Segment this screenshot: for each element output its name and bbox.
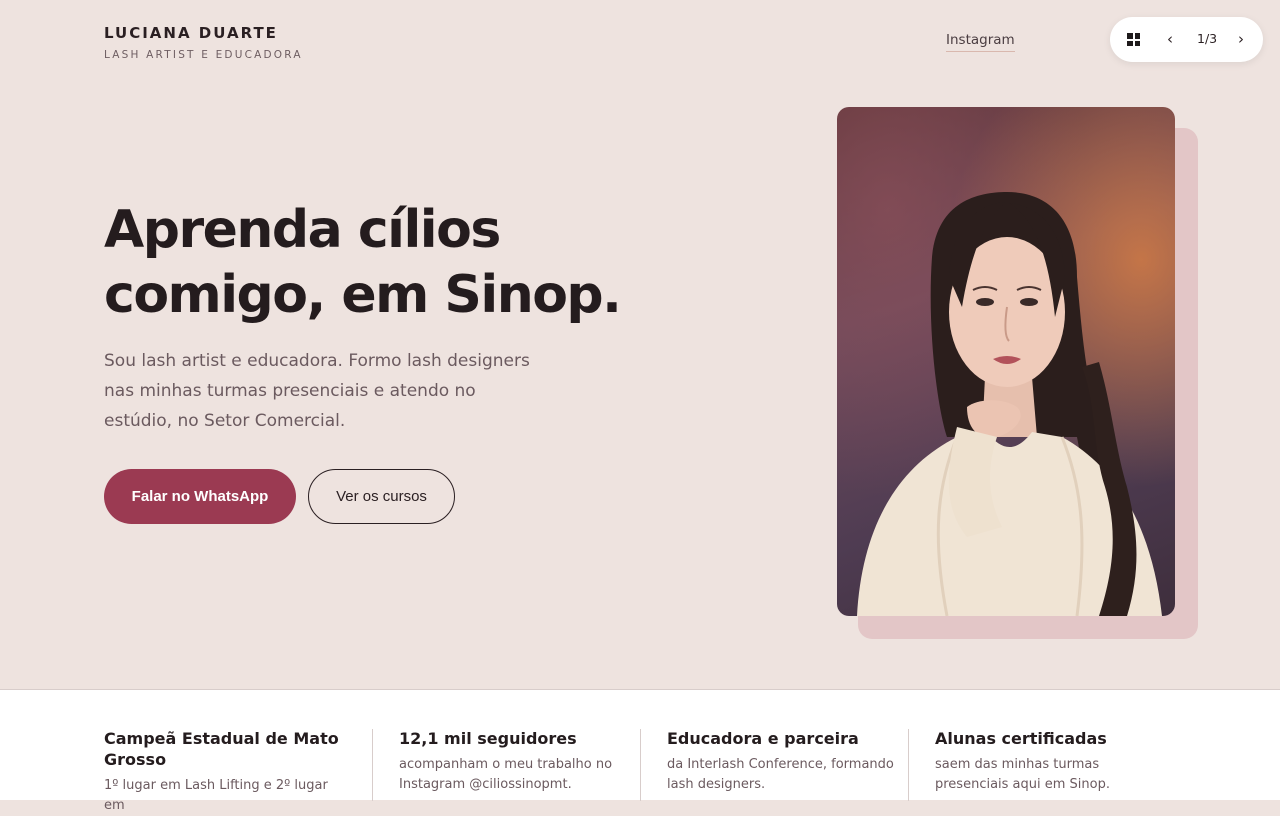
hero-title-line-1: Aprenda cílios xyxy=(104,200,501,260)
brand: LUCIANA DUARTE LASH ARTIST E EDUCADORA xyxy=(104,24,303,61)
stat-followers: 12,1 mil seguidores acompanham o meu tra… xyxy=(399,728,639,795)
stat-text: 1º lugar em Lash Lifting e 2º lugar em xyxy=(104,778,328,813)
brand-name: LUCIANA DUARTE xyxy=(104,24,278,42)
stat-title: 12,1 mil seguidores xyxy=(399,729,577,748)
hero-title-line-2: comigo, em Sinop. xyxy=(104,265,622,325)
stat-divider xyxy=(640,729,641,801)
slide-controls: ‹ 1/3 › xyxy=(1110,17,1263,62)
hero-description: Sou lash artist e educadora. Formo lash … xyxy=(104,351,530,431)
portrait-illustration xyxy=(857,192,1162,616)
nav-instagram-link[interactable]: Instagram xyxy=(946,32,1015,52)
stat-divider xyxy=(908,729,909,801)
courses-button[interactable]: Ver os cursos xyxy=(308,469,455,524)
stats-band: Campeã Estadual de Mato Grosso 1º lugar … xyxy=(0,689,1280,813)
grid-icon[interactable] xyxy=(1127,33,1140,46)
stat-title: Educadora e parceira xyxy=(667,729,859,748)
next-slide-button[interactable]: › xyxy=(1238,29,1244,49)
slide-counter: 1/3 xyxy=(1197,31,1218,46)
hero-title: Aprenda cílios comigo, em Sinop. xyxy=(104,198,622,328)
stat-certified: Alunas certificadas saem das minhas turm… xyxy=(935,728,1175,795)
stat-divider xyxy=(372,729,373,801)
stat-championship: Campeã Estadual de Mato Grosso 1º lugar … xyxy=(104,728,344,816)
prev-slide-button[interactable]: ‹ xyxy=(1167,29,1173,49)
stat-title: Alunas certificadas xyxy=(935,729,1107,748)
stat-text: saem das minhas turmas presenciais aqui … xyxy=(935,757,1110,792)
stat-text: da Interlash Conference, formando lash d… xyxy=(667,757,894,792)
stat-educator: Educadora e parceira da Interlash Confer… xyxy=(667,728,907,795)
brand-subtitle: LASH ARTIST E EDUCADORA xyxy=(104,49,303,61)
stat-title: Campeã Estadual de Mato Grosso xyxy=(104,729,339,769)
whatsapp-button[interactable]: Falar no WhatsApp xyxy=(104,469,296,524)
stat-text: acompanham o meu trabalho no Instagram @… xyxy=(399,757,613,792)
portrait-photo xyxy=(837,107,1175,616)
